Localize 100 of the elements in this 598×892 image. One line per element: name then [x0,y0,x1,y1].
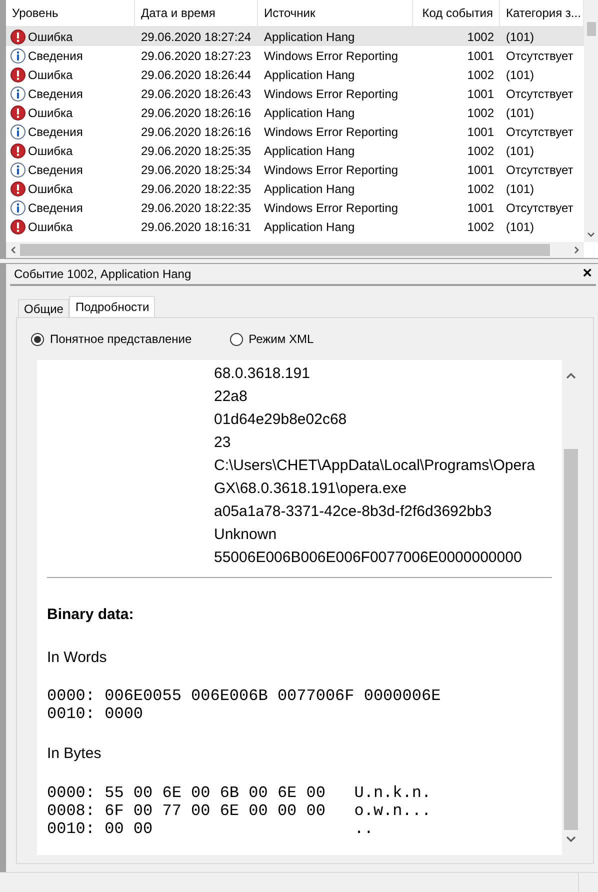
table-cell-text: Сведения [28,48,83,64]
radio-label[interactable]: Понятное представление [50,330,192,348]
table-cell-text: (101) [506,28,534,46]
table-cell-text: Отсутствует [506,48,574,64]
table-cell-text: 29.06.2020 18:26:16 [141,124,252,140]
info-icon [10,48,26,64]
table-cell-text: 1002 [467,104,494,122]
error-icon [10,218,26,234]
table-cell-text: Application Hang [264,104,355,122]
field-value: Unknown [214,525,278,545]
hex-line: 0010: 00 00 .. [47,820,374,838]
scroll-up-icon[interactable] [566,372,576,379]
table-cell-text: 29.06.2020 18:26:44 [141,66,252,84]
tab[interactable]: Общие [18,299,70,317]
hex-line: 0000: 55 00 6E 00 6B 00 6E 00 U.n.k.n. [47,784,432,802]
error-icon [10,66,26,82]
close-button[interactable]: × [582,266,592,282]
table-cell-text: Отсутствует [506,86,574,102]
table-cell-text: 1001 [467,86,494,102]
table-cell-text: 29.06.2020 18:26:16 [141,104,252,122]
table-cell-text: Отсутствует [506,124,574,140]
table-cell-text: Сведения [28,200,83,216]
table-cell-text: 29.06.2020 18:26:43 [141,86,252,102]
table-cell-text: 1001 [467,162,494,178]
scroll-thumb[interactable] [586,22,596,36]
table-cell-text: 29.06.2020 18:16:31 [141,218,252,236]
error-icon [10,142,26,158]
table-cell-text: (101) [506,218,534,236]
error-icon [10,104,26,120]
info-icon [10,162,26,178]
table-cell-text: Application Hang [264,218,355,236]
error-icon [10,180,26,196]
scroll-down-icon[interactable] [566,836,576,843]
error-icon [10,28,26,44]
field-value: a05a1a78-3371-42ce-8b3d-f2f6d3692bb3 [214,502,493,522]
table-cell-text: (101) [506,142,534,160]
table-cell-text: Windows Error Reporting [264,48,398,64]
section-heading: Binary data: [47,605,135,625]
table-cell-text: 1002 [467,142,494,160]
table-cell-text: 1002 [467,28,494,46]
table-cell-text: Отсутствует [506,200,574,216]
field-value: 68.0.3618.191 [214,364,311,384]
pane-title: Событие 1002, Application Hang [14,266,192,283]
table-cell-text: Application Hang [264,28,355,46]
hex-line: 0008: 6F 00 77 00 6E 00 00 00 o.w.n... [47,802,432,820]
table-cell-text: Сведения [28,86,83,102]
hex-line: 0000: 006E0055 006E006B 0077006F 0000006E [47,687,442,705]
table-cell-text: Application Hang [264,180,355,198]
section-label: In Words [47,648,108,668]
table-cell-text: (101) [506,66,534,84]
table-row[interactable]: Ошибка 29.06.2020 18:27:24 Application Hang 1002 (101) [6,27,584,46]
scroll-left-icon[interactable] [10,246,16,254]
table-cell-text: 29.06.2020 18:22:35 [141,200,252,216]
table-cell-text: 1001 [467,124,494,140]
table-cell-text: Windows Error Reporting [264,162,398,178]
table-cell-text: 1002 [467,218,494,236]
table-cell-text: Application Hang [264,66,355,84]
scroll-right-icon[interactable] [574,246,580,254]
field-value: 55006E006B006E006F0077006E0000000000 [214,548,523,568]
table-cell-text: (101) [506,180,534,198]
table-cell-text: Ошибка [28,180,73,198]
table-cell-text: 29.06.2020 18:22:35 [141,180,252,198]
table-cell-text: Windows Error Reporting [264,124,398,140]
hex-line: 0010: 0000 [47,705,144,723]
table-cell-text: Ошибка [28,66,73,84]
info-icon [10,200,26,216]
table-cell-text: Ошибка [28,28,73,46]
section-label: In Bytes [47,744,102,764]
column-header[interactable]: Код события [413,0,500,26]
table-cell-text: Windows Error Reporting [264,200,398,216]
table-cell-text: Windows Error Reporting [264,86,398,102]
table-cell-text: Сведения [28,162,83,178]
radio-label[interactable]: Режим XML [248,330,314,348]
table-cell-text: 29.06.2020 18:25:35 [141,142,252,160]
table-cell-text: 1002 [467,66,494,84]
info-icon [10,124,26,140]
table-cell-text: 1001 [467,200,494,216]
tab[interactable]: Подробности [69,296,156,317]
horizontal-scrollbar[interactable] [6,242,584,258]
table-cell-text: 1001 [467,48,494,64]
scroll-down-icon[interactable] [587,232,595,238]
table-cell-text: 29.06.2020 18:27:24 [141,28,252,46]
radio-button[interactable] [31,332,44,346]
table-cell-text: Ошибка [28,104,73,122]
vertical-scrollbar[interactable] [584,0,598,242]
table-cell-text: Ошибка [28,142,73,160]
table-cell-text: Ошибка [28,218,73,236]
info-icon [10,86,26,102]
table-cell-text: 1002 [467,180,494,198]
column-header[interactable]: Уровень [6,0,135,26]
column-header[interactable]: Дата и время [135,0,258,26]
table-cell-text: Сведения [28,124,83,140]
field-value: 23 [214,433,232,453]
table-cell-text: Отсутствует [506,162,574,178]
field-value: 22a8 [214,387,248,407]
radio-button[interactable] [230,332,243,346]
table-cell-text: 29.06.2020 18:27:23 [141,48,252,64]
table-cell-text: (101) [506,104,534,122]
column-header[interactable]: Источник [258,0,413,26]
field-value: 01d64e29b8e02c68 [214,410,348,430]
